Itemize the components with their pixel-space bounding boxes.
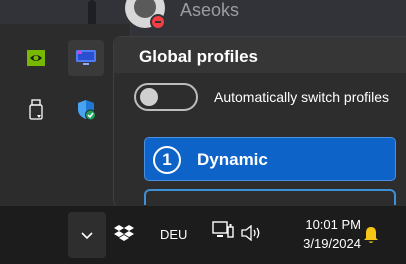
toggle-knob bbox=[140, 88, 158, 106]
network-icon[interactable] bbox=[212, 221, 234, 246]
nvidia-icon[interactable] bbox=[18, 40, 54, 76]
profile-button-dynamic[interactable]: 1 Dynamic bbox=[144, 137, 396, 181]
volume-icon[interactable] bbox=[241, 224, 263, 246]
profile-number-badge: 1 bbox=[153, 146, 181, 174]
notification-bell-icon[interactable] bbox=[361, 225, 381, 250]
chevron-down-icon bbox=[81, 232, 93, 240]
profile-label: Dynamic bbox=[197, 150, 268, 169]
global-profiles-panel: Global profiles Automatically switch pro… bbox=[113, 36, 406, 209]
input-language[interactable]: DEU bbox=[160, 227, 187, 242]
clock-date: 3/19/2024 bbox=[303, 236, 361, 251]
auto-switch-toggle[interactable] bbox=[134, 83, 198, 111]
monitor-icon[interactable] bbox=[68, 40, 104, 76]
username[interactable]: Aseoks bbox=[180, 0, 239, 21]
windows-security-icon[interactable] bbox=[68, 92, 104, 128]
dnd-status-icon bbox=[150, 14, 166, 30]
panel-title: Global profiles bbox=[139, 47, 259, 66]
taskbar: DEU 10:01 PM 3/19/2024 bbox=[0, 205, 406, 264]
dropbox-icon[interactable] bbox=[114, 224, 134, 247]
auto-switch-label: Automatically switch profiles bbox=[214, 89, 390, 105]
usb-eject-icon[interactable] bbox=[18, 92, 54, 128]
clock[interactable]: 10:01 PM 3/19/2024 bbox=[279, 215, 361, 253]
clock-time: 10:01 PM bbox=[305, 217, 361, 232]
show-hidden-icons-button[interactable] bbox=[68, 212, 106, 258]
tray-overflow-flyout bbox=[0, 24, 131, 205]
